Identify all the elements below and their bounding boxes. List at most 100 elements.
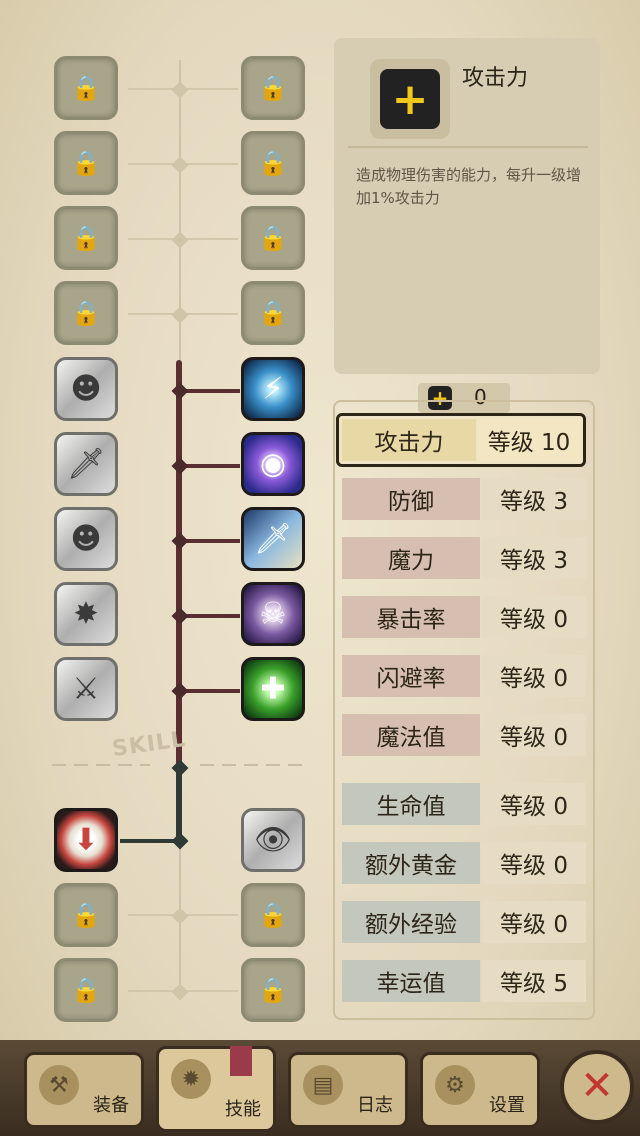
skill-slot-learned[interactable]: ☠: [241, 582, 305, 646]
eye-altar-skill-icon: 👁: [253, 822, 293, 858]
skill-slot-locked[interactable]: 🔒: [241, 958, 305, 1022]
tree-active-path-lower: [176, 768, 182, 842]
stat-row-defense[interactable]: 防御 等级 3: [342, 478, 586, 520]
skill-slot-unlearned[interactable]: ☻: [54, 507, 118, 571]
stat-name: 暴击率: [342, 596, 480, 638]
tree-active-branch: [180, 389, 240, 393]
skill-icon: ✹: [171, 1059, 211, 1099]
skill-slot-learned[interactable]: 🗡: [241, 507, 305, 571]
stat-row-mana[interactable]: 魔法值 等级 0: [342, 714, 586, 756]
stat-name: 防御: [342, 478, 480, 520]
skill-slot-locked[interactable]: 🔒: [54, 206, 118, 270]
stat-row-attack[interactable]: 攻击力 等级 10: [336, 413, 586, 467]
lock-icon: 🔒: [258, 149, 288, 177]
stat-level: 等级 3: [482, 478, 586, 520]
close-icon: ✕: [580, 1063, 614, 1110]
stat-level: 等级 3: [482, 537, 586, 579]
stat-icon-frame: +: [370, 59, 450, 139]
stickman-skill-icon: ☻: [70, 371, 102, 407]
skill-slot-locked[interactable]: 🔒: [241, 131, 305, 195]
fury-skill-icon: ✸: [73, 596, 99, 632]
skill-slot-learned[interactable]: ✚: [241, 657, 305, 721]
lock-icon: 🔒: [258, 976, 288, 1004]
skill-slot-unlearned[interactable]: ☻: [54, 357, 118, 421]
stat-level: 等级 0: [482, 901, 586, 943]
tree-active-branch: [180, 614, 240, 618]
skill-slot-learned[interactable]: ⬇: [54, 808, 118, 872]
slash-skill-icon: 🗡: [253, 521, 293, 557]
tree-active-branch: [180, 464, 240, 468]
stat-row-dodge[interactable]: 闪避率 等级 0: [342, 655, 586, 697]
stat-level: 等级 0: [482, 783, 586, 825]
stat-row-hp[interactable]: 生命值 等级 0: [342, 783, 586, 825]
tree-active-path: [176, 360, 182, 768]
skill-slot-locked[interactable]: 🔒: [54, 56, 118, 120]
stat-name: 攻击力: [342, 419, 476, 461]
stat-name: 幸运值: [342, 960, 480, 1002]
stat-name: 额外经验: [342, 901, 480, 943]
tab-equipment[interactable]: ⚒ 装备: [24, 1052, 144, 1128]
lock-icon: 🔒: [258, 74, 288, 102]
lock-icon: 🔒: [258, 224, 288, 252]
lock-icon: 🔒: [258, 901, 288, 929]
skill-slot-locked[interactable]: 🔒: [241, 281, 305, 345]
stat-info-panel: + 攻击力 造成物理伤害的能力，每升一级增加1%攻击力: [334, 38, 600, 374]
skull-skill-icon: ☠: [259, 596, 287, 632]
stat-level: 等级 0: [482, 842, 586, 884]
tab-label: 装备: [93, 1095, 129, 1116]
skill-slot-locked[interactable]: 🔒: [241, 883, 305, 947]
stat-row-luck[interactable]: 幸运值 等级 5: [342, 960, 586, 1002]
lightning-skill-icon: ⚡: [262, 371, 284, 407]
stat-level: 等级 0: [482, 596, 586, 638]
lock-icon: 🔒: [71, 224, 101, 252]
lock-icon: 🔒: [71, 901, 101, 929]
skill-slot-locked[interactable]: 🔒: [241, 56, 305, 120]
stat-row-magic[interactable]: 魔力 等级 3: [342, 537, 586, 579]
skill-slot-unlearned[interactable]: 🗡: [54, 432, 118, 496]
stat-title: 攻击力: [462, 66, 529, 91]
dagger-skill-icon: 🗡: [66, 446, 106, 482]
skill-slot-locked[interactable]: 🔒: [241, 206, 305, 270]
skill-slot-locked[interactable]: 🔒: [54, 883, 118, 947]
tree-active-branch: [180, 689, 240, 693]
skill-slot-learned[interactable]: ◉: [241, 432, 305, 496]
tab-journal[interactable]: ▤ 日志: [288, 1052, 408, 1128]
lock-icon: 🔒: [71, 976, 101, 1004]
stat-name: 魔法值: [342, 714, 480, 756]
tree-active-branch: [180, 539, 240, 543]
tab-label: 日志: [357, 1095, 393, 1116]
stat-name: 魔力: [342, 537, 480, 579]
tab-settings[interactable]: ⚙ 设置: [420, 1052, 540, 1128]
gear-icon: ⚙: [435, 1065, 475, 1105]
stat-name: 闪避率: [342, 655, 480, 697]
section-divider: [52, 764, 150, 766]
lock-icon: 🔒: [71, 149, 101, 177]
skill-slot-locked[interactable]: 🔒: [54, 958, 118, 1022]
sword-skill-icon: ⚔: [72, 671, 100, 707]
lock-icon: 🔒: [258, 299, 288, 327]
skill-slot-locked[interactable]: 🔒: [54, 281, 118, 345]
stat-level: 等级 5: [482, 960, 586, 1002]
skill-slot-unlearned[interactable]: ⚔: [54, 657, 118, 721]
lock-icon: 🔒: [71, 74, 101, 102]
skill-slot-learned[interactable]: ⚡: [241, 357, 305, 421]
journal-icon: ▤: [303, 1065, 343, 1105]
section-divider: [200, 764, 310, 766]
anchor-skill-icon: ⬇: [73, 822, 99, 858]
heal-skill-icon: ✚: [260, 671, 286, 707]
stat-row-extra-gold[interactable]: 额外黄金 等级 0: [342, 842, 586, 884]
stat-description: 造成物理伤害的能力，每升一级增加1%攻击力: [356, 166, 582, 207]
close-button[interactable]: ✕: [560, 1050, 634, 1124]
eye-skill-icon: ◉: [259, 446, 287, 482]
skill-slot-unlearned[interactable]: ✸: [54, 582, 118, 646]
stat-row-extra-exp[interactable]: 额外经验 等级 0: [342, 901, 586, 943]
lock-icon: 🔒: [71, 299, 101, 327]
tab-skills[interactable]: ✹ 技能: [156, 1046, 276, 1132]
plus-icon: +: [380, 69, 440, 129]
skill-slot-unlearned[interactable]: 👁: [241, 808, 305, 872]
stat-row-crit[interactable]: 暴击率 等级 0: [342, 596, 586, 638]
stat-level: 等级 0: [482, 714, 586, 756]
skill-slot-locked[interactable]: 🔒: [54, 131, 118, 195]
tab-label: 设置: [489, 1095, 525, 1116]
strike-skill-icon: ☻: [70, 521, 102, 557]
